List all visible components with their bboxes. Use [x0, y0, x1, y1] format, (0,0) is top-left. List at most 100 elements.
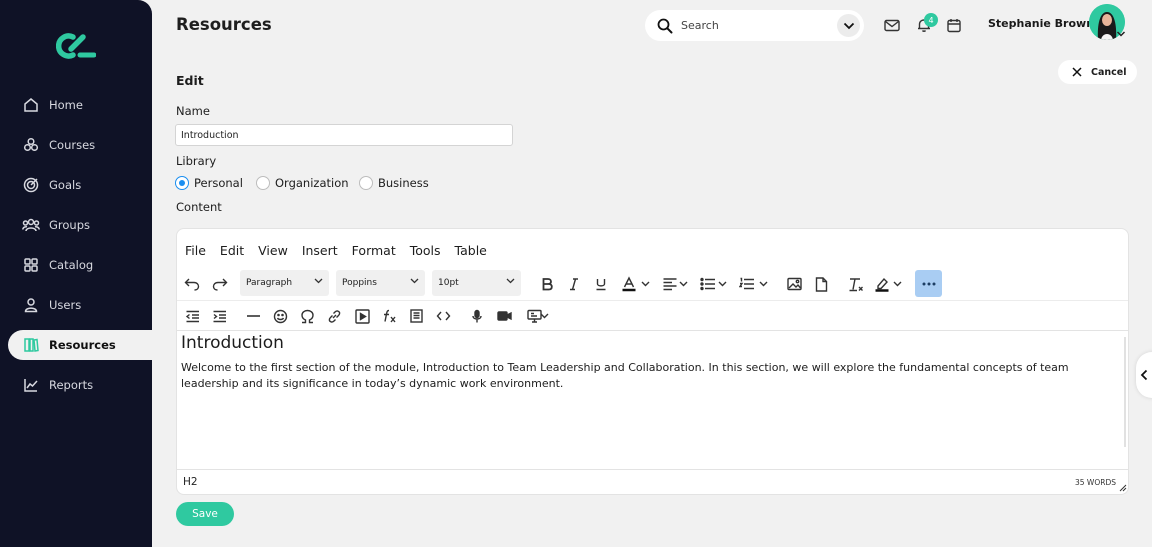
content-heading[interactable]: Introduction [181, 333, 1125, 353]
text-color-icon[interactable] [618, 273, 640, 295]
video-icon[interactable] [493, 305, 515, 327]
editor-toolbar-row-2 [177, 300, 1128, 331]
chevron-down-icon[interactable] [837, 14, 860, 37]
chevron-down-icon[interactable] [757, 273, 769, 295]
sidebar-item-users[interactable]: Users [8, 290, 152, 320]
menu-table[interactable]: Table [455, 243, 487, 258]
element-path[interactable]: H2 [183, 476, 198, 488]
menu-edit[interactable]: Edit [220, 243, 244, 258]
resize-handle-icon[interactable] [1119, 484, 1127, 492]
outdent-icon[interactable] [181, 305, 203, 327]
radio-label: Business [378, 176, 429, 190]
user-icon [22, 296, 40, 314]
special-character-icon[interactable] [296, 305, 318, 327]
name-input[interactable] [175, 124, 513, 146]
search-bar[interactable] [645, 10, 864, 41]
redo-icon[interactable] [209, 273, 231, 295]
target-icon [22, 176, 40, 194]
editor-content[interactable]: Introduction Welcome to the first sectio… [181, 333, 1125, 392]
content-paragraph[interactable]: Welcome to the first section of the modu… [181, 360, 1125, 392]
numbered-list-icon[interactable] [736, 273, 758, 295]
editor-scrollbar[interactable] [1124, 337, 1126, 447]
radio-button[interactable] [359, 176, 373, 190]
sidebar-item-goals[interactable]: Goals [8, 170, 152, 200]
users-group-icon [22, 216, 40, 234]
cancel-label: Cancel [1091, 66, 1127, 78]
code-icon[interactable] [432, 305, 454, 327]
italic-icon[interactable] [563, 273, 585, 295]
library-label: Library [176, 154, 217, 168]
search-input[interactable] [681, 19, 821, 32]
highlight-icon[interactable] [871, 273, 893, 295]
clear-formatting-icon[interactable] [845, 273, 867, 295]
sidebar-item-home[interactable]: Home [8, 90, 152, 120]
font-family-value: Poppins [342, 278, 377, 288]
font-family-select[interactable]: Poppins [336, 270, 425, 296]
formula-icon[interactable] [378, 305, 400, 327]
sidebar-item-reports[interactable]: Reports [8, 370, 152, 400]
radio-button[interactable] [256, 176, 270, 190]
document-icon[interactable] [810, 273, 832, 295]
emoji-icon[interactable] [269, 305, 291, 327]
calendar-icon[interactable] [945, 16, 963, 34]
chevron-down-icon[interactable] [716, 273, 728, 295]
menu-tools[interactable]: Tools [410, 243, 441, 258]
sidebar-item-resources[interactable]: Resources [8, 330, 152, 360]
undo-icon[interactable] [181, 273, 203, 295]
horizontal-line-icon[interactable] [242, 305, 264, 327]
image-icon[interactable] [783, 273, 805, 295]
menu-insert[interactable]: Insert [302, 243, 338, 258]
menu-file[interactable]: File [185, 243, 206, 258]
radio-business[interactable]: Business [359, 176, 429, 190]
courses-icon [22, 136, 40, 154]
sidebar-item-courses[interactable]: Courses [8, 130, 152, 160]
sidebar-item-groups[interactable]: Groups [8, 210, 152, 240]
word-count[interactable]: 35 WORDS [1075, 478, 1116, 487]
sidebar-item-label: Groups [49, 218, 91, 232]
radio-button[interactable] [175, 176, 189, 190]
user-name[interactable]: Stephanie Brown [988, 17, 1094, 30]
editor-statusbar: H2 35 WORDS [177, 469, 1128, 494]
radio-organization[interactable]: Organization [256, 176, 349, 190]
underline-icon[interactable] [590, 273, 612, 295]
logo-icon[interactable] [56, 32, 96, 60]
font-size-select[interactable]: 10pt [432, 270, 521, 296]
chevron-down-icon [314, 278, 323, 284]
menu-view[interactable]: View [258, 243, 288, 258]
chevron-down-icon[interactable] [538, 305, 550, 327]
chevron-down-icon[interactable] [1116, 30, 1126, 38]
sidebar-item-catalog[interactable]: Catalog [8, 250, 152, 280]
editor-menubar: File Edit View Insert Format Tools Table [185, 243, 501, 258]
sidebar: Home Courses Goals Groups Catalog Users … [0, 0, 152, 547]
speech-to-text-icon[interactable] [466, 305, 488, 327]
block-format-select[interactable]: Paragraph [240, 270, 329, 296]
radio-label: Personal [194, 176, 243, 190]
save-label: Save [192, 508, 218, 520]
more-options-icon[interactable] [915, 270, 942, 297]
sidebar-item-label: Users [49, 298, 82, 312]
sidebar-item-label: Reports [49, 378, 94, 392]
radio-label: Organization [275, 176, 349, 190]
menu-format[interactable]: Format [352, 243, 396, 258]
indent-icon[interactable] [208, 305, 230, 327]
save-button[interactable]: Save [176, 502, 234, 526]
mail-icon[interactable] [883, 16, 901, 34]
chevron-down-icon[interactable] [891, 273, 903, 295]
cancel-button[interactable]: Cancel [1058, 60, 1137, 84]
radio-personal[interactable]: Personal [175, 176, 243, 190]
sidebar-item-label: Home [49, 98, 83, 112]
template-icon[interactable] [405, 305, 427, 327]
link-icon[interactable] [323, 305, 345, 327]
media-icon[interactable] [351, 305, 373, 327]
chevron-down-icon[interactable] [639, 273, 651, 295]
chevron-down-icon[interactable] [677, 273, 689, 295]
bold-icon[interactable] [536, 273, 558, 295]
editor-toolbar-row-1: Paragraph Poppins 10pt [177, 269, 1128, 299]
book-icon [22, 336, 40, 354]
font-size-value: 10pt [438, 278, 459, 288]
name-label: Name [176, 104, 210, 118]
close-icon [1072, 67, 1082, 77]
side-panel-toggle[interactable] [1136, 352, 1152, 398]
sidebar-item-label: Goals [49, 178, 82, 192]
sidebar-item-label: Courses [49, 138, 96, 152]
